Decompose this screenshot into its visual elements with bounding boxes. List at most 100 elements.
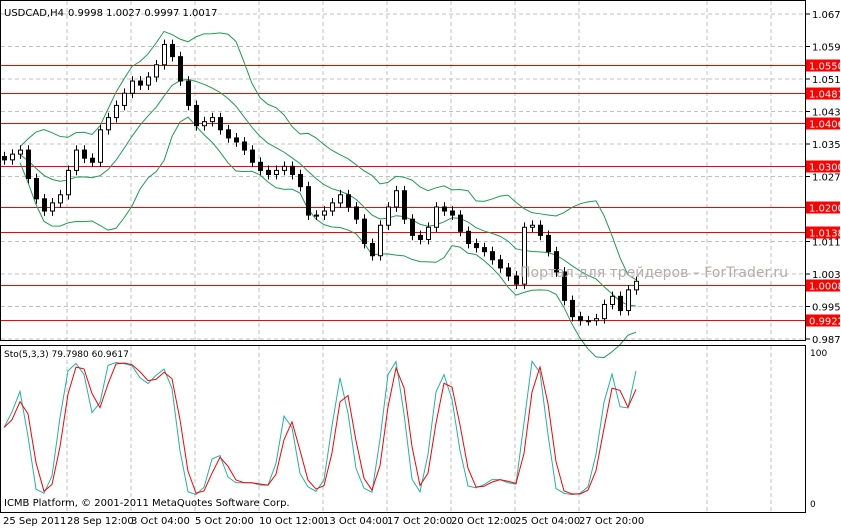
level-label: 1.0200 <box>809 204 841 215</box>
candle-body <box>466 230 471 245</box>
time-tick-label: 25 Sep 2011 <box>3 516 66 527</box>
candle-body <box>434 206 439 228</box>
level-label: 1.0406 <box>809 120 841 131</box>
candle-body <box>362 218 367 245</box>
candle-body <box>74 149 79 171</box>
candle-body <box>546 234 551 253</box>
candle-body <box>58 194 63 204</box>
candle-body <box>578 316 583 322</box>
candle-body <box>346 194 351 208</box>
candle-body <box>202 121 207 127</box>
candles <box>2 39 639 326</box>
candle-body <box>250 149 255 163</box>
candle-body <box>498 259 503 269</box>
candle-body <box>410 218 415 236</box>
candle-body <box>122 92 127 106</box>
candle-body <box>482 247 487 253</box>
candle-body <box>418 234 423 240</box>
price-tick-label: 1.0515 <box>812 75 841 86</box>
candle-body <box>218 117 223 131</box>
bollinger-upper <box>19 30 637 281</box>
candle-body <box>90 157 95 163</box>
candle-body <box>66 169 71 196</box>
time-tick-label: 10 Oct 12:00 <box>259 516 324 527</box>
candle-body <box>306 186 311 216</box>
candle-body <box>186 80 191 106</box>
candle-body <box>10 153 15 161</box>
symbol-label: USDCAD,H4 <box>4 8 64 19</box>
price-tick-label: 0.9955 <box>812 303 841 314</box>
time-tick-label: 25 Oct 04:00 <box>515 516 580 527</box>
bollinger-lower <box>19 116 637 359</box>
candle-body <box>570 299 575 318</box>
candle-body <box>258 161 263 171</box>
candle-body <box>458 214 463 232</box>
candle-body <box>474 243 479 249</box>
level-label: 1.0550 <box>809 62 841 73</box>
time-axis[interactable]: 25 Sep 2011 28 Sep 12:003 Oct 04:00 5 Oct … <box>3 516 644 527</box>
candle-body <box>602 303 607 320</box>
candle-body <box>226 129 231 139</box>
candle-body <box>146 76 151 86</box>
time-tick-label: 28 Sep 12:00 <box>67 516 134 527</box>
price-tick-label: 1.0035 <box>812 270 841 281</box>
candle-body <box>442 206 447 212</box>
candle-body <box>490 251 495 261</box>
watermark: Портал для трейдеров – ForTrader.ru <box>520 265 788 281</box>
price-tick-label: 1.0355 <box>812 140 841 151</box>
candle-body <box>138 80 143 86</box>
candle-body <box>538 224 543 236</box>
candle-body <box>594 318 599 322</box>
time-tick-label: 5 Oct 20:00 <box>195 516 254 527</box>
candle-body <box>194 104 199 127</box>
candle-body <box>178 56 183 82</box>
candle-body <box>298 173 303 188</box>
candle-body <box>618 295 623 312</box>
chart-canvas[interactable]: 1.05501.04811.04061.03001.02001.01381.00… <box>0 0 841 528</box>
stoch-panel-frame <box>0 345 806 513</box>
price-tick-label: 1.0435 <box>812 108 841 119</box>
candle-body <box>2 156 7 161</box>
candle-body <box>634 280 639 291</box>
candle-body <box>370 243 375 257</box>
candle-body <box>98 129 103 163</box>
level-label: 1.0008 <box>809 282 841 293</box>
stochastic-lines <box>3 359 637 496</box>
candle-body <box>426 226 431 240</box>
candle-body <box>82 149 87 159</box>
candle-body <box>234 137 239 143</box>
candle-body <box>26 149 31 180</box>
candle-body <box>514 275 519 285</box>
price-tick-label: 1.0275 <box>812 173 841 184</box>
stoch-main-line <box>3 359 637 496</box>
candle-body <box>266 169 271 175</box>
candle-body <box>338 194 343 204</box>
candle-body <box>530 224 535 228</box>
candle-body <box>34 178 39 200</box>
stoch-tick-label: 100 <box>810 349 827 359</box>
candle-body <box>210 117 215 123</box>
candle-body <box>394 190 399 208</box>
candle-body <box>450 210 455 216</box>
candle-body <box>42 198 47 212</box>
candle-body <box>290 165 295 175</box>
candle-body <box>170 43 175 58</box>
candle-body <box>386 206 391 226</box>
candle-body <box>322 210 327 216</box>
grid <box>1 1 805 512</box>
level-label: 1.0481 <box>809 90 841 101</box>
candle-body <box>50 202 55 212</box>
candle-body <box>354 206 359 220</box>
price-axis[interactable]: 1.0675 1.0595 1.0515 1.0435 1.0355 1.0275 1.01… <box>806 10 841 510</box>
copyright: ICMB Platform, © 2001-2011 MetaQuotes So… <box>4 498 290 509</box>
candle-body <box>114 104 119 119</box>
level-label: 0.9922 <box>809 317 841 328</box>
time-tick-label: 13 Oct 04:00 <box>323 516 388 527</box>
stoch-label: Sto(5,3,3) 79.7980 60.9617 <box>4 350 129 360</box>
candle-body <box>506 267 511 277</box>
candle-body <box>282 165 287 171</box>
candle-body <box>274 169 279 175</box>
candle-body <box>130 80 135 94</box>
chart-window[interactable]: 1.0550 1.0481 1.0406 1.0300 1.0200 1.0138 1.00… <box>0 0 841 528</box>
price-tick-label: 1.0675 <box>812 10 841 21</box>
